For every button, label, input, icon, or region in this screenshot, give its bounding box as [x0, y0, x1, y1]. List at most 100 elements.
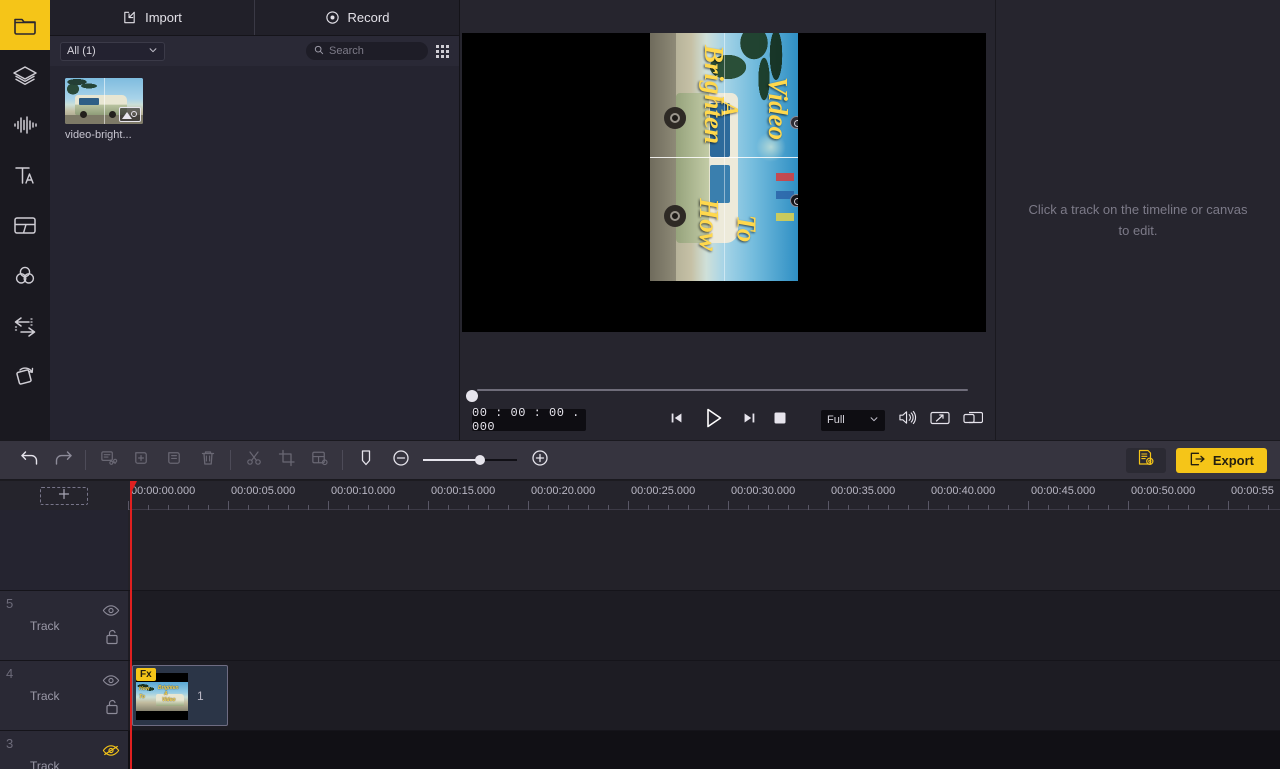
- eye-icon[interactable]: [102, 674, 120, 692]
- redo-button[interactable]: [46, 440, 79, 480]
- track-name: Track: [30, 688, 60, 703]
- scissors-icon: [245, 449, 263, 472]
- media-item[interactable]: video-bright...: [65, 78, 147, 141]
- search-input[interactable]: [329, 45, 415, 57]
- timeline-track-4[interactable]: 4 Track Fx How To Brighten A Video 1: [0, 661, 1280, 731]
- rotate-handle-top[interactable]: [790, 116, 798, 129]
- export-button[interactable]: Export: [1175, 447, 1267, 473]
- quality-value: Full: [827, 414, 845, 426]
- tab-record[interactable]: Record: [254, 0, 459, 35]
- track-name: Track: [30, 618, 60, 633]
- zoom-slider-handle[interactable]: [475, 455, 485, 465]
- eye-off-icon[interactable]: [102, 744, 120, 762]
- add-track-button[interactable]: [40, 487, 88, 505]
- clip-caption: To: [139, 694, 145, 700]
- video-editor-window: Import Record All (1) Search video-brigh…: [0, 0, 1280, 769]
- zoom-slider[interactable]: [423, 453, 517, 467]
- ruler-tick: [528, 501, 529, 510]
- preview-canvas[interactable]: Brighten A Video How To: [462, 33, 986, 332]
- sidebar-item-media-library[interactable]: [0, 0, 50, 50]
- text-icon: [12, 163, 38, 187]
- sidebar-item-effects[interactable]: [0, 350, 50, 400]
- timeline-zoom: [384, 440, 556, 480]
- track-lane[interactable]: [128, 591, 1280, 660]
- ruler-tick: [428, 501, 429, 510]
- toolbar-divider-3: [342, 450, 343, 470]
- timeline-track-3[interactable]: 3 Track: [0, 731, 1280, 769]
- chevron-down-icon: [148, 45, 158, 58]
- timecode-display[interactable]: 00 : 00 : 00 . 000: [472, 406, 586, 434]
- undo-icon: [20, 449, 40, 472]
- color-circles-icon: [12, 263, 38, 287]
- video-frame: Brighten A Video How To: [650, 33, 798, 281]
- sidebar-item-filters[interactable]: [0, 250, 50, 300]
- ruler-label: 00:00:30.000: [731, 485, 796, 497]
- clip-index-label: 1: [197, 688, 204, 703]
- fullscreen-button[interactable]: [930, 410, 950, 431]
- sidebar-item-titles[interactable]: [0, 150, 50, 200]
- volume-button[interactable]: [898, 409, 917, 431]
- search-box[interactable]: [306, 42, 428, 60]
- undo-button[interactable]: [13, 440, 46, 480]
- ruler-label: 00:00:05.000: [231, 485, 296, 497]
- timeline-tracks: 5 Track 4 Track Fx How To Brighten A Vid…: [0, 510, 1280, 769]
- unlock-icon[interactable]: [104, 628, 120, 651]
- copy-button: [158, 440, 191, 480]
- timeline-clip[interactable]: Fx How To Brighten A Video 1: [132, 665, 228, 726]
- transport-controls: [669, 406, 787, 435]
- timeline: 00:00:00.000 00:00:05.000 00:00:10.000 0…: [0, 481, 1280, 769]
- timeline-track-5[interactable]: 5 Track: [0, 591, 1280, 661]
- timeline-ruler[interactable]: 00:00:00.000 00:00:05.000 00:00:10.000 0…: [128, 481, 1280, 510]
- play-button[interactable]: [701, 406, 725, 435]
- caption-to: To: [731, 214, 762, 243]
- eye-icon[interactable]: [102, 604, 120, 622]
- track-number: 4: [6, 666, 14, 681]
- zoom-in-button[interactable]: [523, 440, 556, 480]
- track-name: Track: [30, 758, 60, 769]
- ruler-tick: [228, 501, 229, 510]
- fx-badge: Fx: [136, 668, 156, 681]
- seek-handle[interactable]: [466, 390, 478, 402]
- sidebar-item-split-screen[interactable]: [0, 200, 50, 250]
- rotate-handle-center[interactable]: [790, 194, 798, 207]
- image-icon: [119, 107, 141, 122]
- properties-empty-message: Click a track on the timeline or canvas …: [1028, 202, 1248, 238]
- seek-slider[interactable]: [466, 389, 968, 402]
- sidebar-item-stickers[interactable]: [0, 50, 50, 100]
- speaker-icon: [898, 409, 917, 431]
- left-icon-rail: [0, 0, 50, 440]
- caption-video: Video: [763, 76, 794, 141]
- timeline-ruler-row: 00:00:00.000 00:00:05.000 00:00:10.000 0…: [0, 481, 1280, 510]
- media-items-grid: video-bright...: [50, 66, 459, 440]
- tab-record-label: Record: [347, 10, 390, 25]
- tab-import[interactable]: Import: [50, 0, 254, 35]
- sidebar-item-transitions[interactable]: [0, 300, 50, 350]
- sidebar-item-audio[interactable]: [0, 100, 50, 150]
- marker-icon: [359, 448, 373, 473]
- media-filter-select[interactable]: All (1): [60, 41, 165, 61]
- render-preview-button[interactable]: [1125, 447, 1166, 473]
- zoom-out-icon: [392, 449, 410, 472]
- rotate-square-icon: [12, 363, 38, 387]
- grid-view-icon[interactable]: [436, 44, 449, 58]
- track-lane[interactable]: [128, 731, 1280, 769]
- crop-guide-vertical: [724, 33, 725, 281]
- track-lane[interactable]: Fx How To Brighten A Video 1: [128, 661, 1280, 730]
- marker-button[interactable]: [349, 440, 382, 480]
- stop-button[interactable]: [773, 411, 787, 430]
- ruler-label: 00:00:55: [1231, 485, 1274, 497]
- zoom-out-button[interactable]: [384, 440, 417, 480]
- unlock-icon[interactable]: [104, 698, 120, 721]
- next-frame-button[interactable]: [741, 410, 757, 431]
- timeline-empty-area[interactable]: [0, 510, 1280, 591]
- cut-button: [237, 440, 270, 480]
- transitions-arrows-icon: [12, 313, 38, 337]
- copy-clip-icon: [165, 449, 184, 472]
- split-clip-icon: [99, 449, 118, 472]
- detach-preview-button[interactable]: [963, 410, 984, 431]
- crop-button: [270, 440, 303, 480]
- ruler-tick: [1028, 501, 1029, 510]
- previous-frame-button[interactable]: [669, 410, 685, 431]
- quality-select[interactable]: Full: [821, 409, 885, 431]
- expand-icon: [930, 410, 950, 431]
